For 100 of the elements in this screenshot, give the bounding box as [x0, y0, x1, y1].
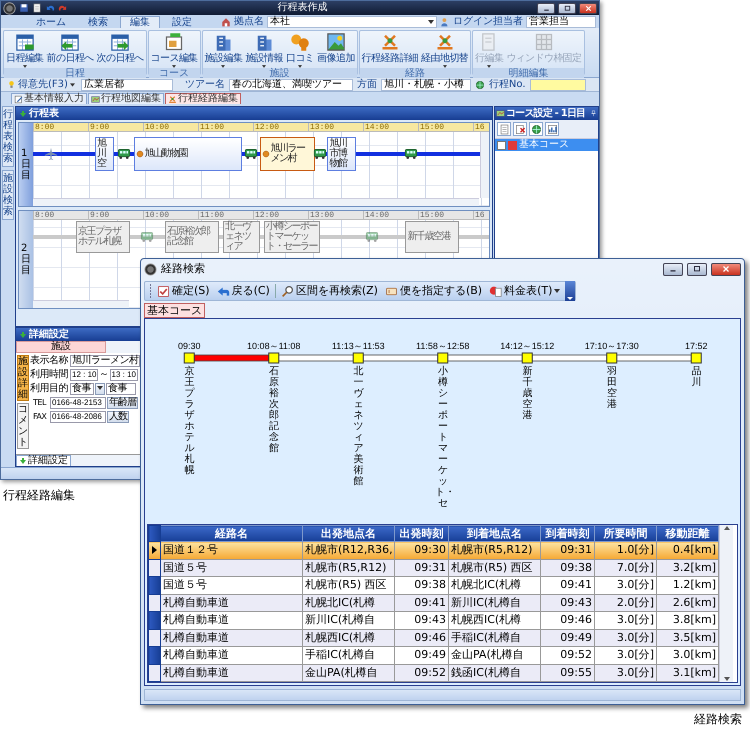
row-header[interactable]: [148, 594, 160, 612]
document-tab[interactable]: 行程経路編集: [165, 93, 241, 104]
checkbox[interactable]: [497, 140, 506, 150]
minimize-button[interactable]: [537, 2, 555, 14]
schedule-block[interactable]: 旭川市博物館: [327, 137, 356, 171]
vertical-scrollbar[interactable]: [719, 525, 733, 682]
stop-marker[interactable]: [184, 352, 195, 364]
row-header[interactable]: [148, 559, 160, 576]
ribbon-button[interactable]: 前の日程へ: [46, 32, 95, 68]
ribbon-button[interactable]: 次の日程へ: [96, 32, 145, 68]
close-button[interactable]: [711, 262, 741, 276]
table-cell: 09:46: [540, 612, 594, 629]
toolbar-button[interactable]: 戻る(C): [214, 284, 272, 298]
dropdown-field[interactable]: 食事: [70, 383, 94, 395]
branch-dropdown[interactable]: 本社: [267, 16, 437, 28]
ribbon-button[interactable]: 施設編集: [204, 32, 244, 68]
ribbon-tab[interactable]: 検索: [78, 16, 118, 28]
day-tab[interactable]: 1日目: [19, 123, 33, 206]
horizontal-scrollbar[interactable]: [33, 300, 129, 308]
ribbon-tab[interactable]: ホーム: [26, 16, 76, 28]
ribbon-tab[interactable]: 編集: [120, 16, 160, 28]
maximize-button[interactable]: [687, 262, 707, 276]
column-header[interactable]: 到着地点名: [448, 526, 540, 542]
column-header[interactable]: 出発地点名: [302, 526, 394, 542]
toolbar-button[interactable]: 確定(S): [155, 284, 212, 298]
headcount-button[interactable]: 人数: [107, 411, 129, 423]
horizontal-scrollbar[interactable]: [33, 198, 479, 206]
side-tab[interactable]: 施設検索: [2, 170, 14, 220]
course-tab[interactable]: 基本コース: [144, 303, 205, 318]
customer-button[interactable]: 得意先(F3): [5, 78, 77, 90]
route-segment[interactable]: [616, 354, 692, 362]
column-header[interactable]: 経路名: [160, 526, 302, 542]
ribbon-button[interactable]: 日程編集: [5, 32, 45, 68]
document-tab[interactable]: 行程地図編集: [88, 93, 164, 104]
stop-marker[interactable]: [352, 352, 364, 364]
fax-field[interactable]: 0166-48-2086: [50, 411, 106, 423]
day-tab[interactable]: 2日目: [19, 211, 33, 308]
ribbon-button[interactable]: 画像追加: [316, 32, 356, 68]
toolbar-button[interactable]: [497, 122, 511, 136]
bottom-tab[interactable]: 詳細設定: [16, 454, 71, 466]
route-segment[interactable]: [278, 354, 354, 362]
time-field[interactable]: 13 : 10: [110, 369, 138, 381]
close-button[interactable]: [579, 2, 597, 14]
toolbar-button[interactable]: 便を指定する(B): [382, 284, 484, 298]
ribbon-button[interactable]: 経由地切替: [420, 32, 470, 68]
dropdown-button[interactable]: [95, 383, 105, 395]
stop-marker[interactable]: [606, 352, 618, 364]
phone-field[interactable]: 0166-48-2153: [50, 397, 106, 409]
text-field[interactable]: 旭川ラーメン村: [70, 355, 140, 367]
stop-marker[interactable]: [522, 352, 533, 364]
ribbon-button[interactable]: 施設情報: [244, 32, 284, 68]
schedule-block[interactable]: 旭川ラーメン村: [260, 137, 315, 171]
route-segment[interactable]: [532, 354, 608, 362]
schedule-block[interactable]: 旭川空: [95, 137, 114, 171]
ribbon-button[interactable]: 行程経路詳細: [360, 32, 420, 68]
schedule-block[interactable]: 北一ヴェネツィア: [222, 221, 260, 253]
side-tab[interactable]: コメント: [17, 403, 29, 449]
route-segment[interactable]: [362, 354, 438, 362]
row-header[interactable]: [148, 664, 160, 682]
table-cell: 0.4[km]: [656, 542, 718, 559]
overflow-button[interactable]: [565, 281, 576, 301]
side-tab[interactable]: 施設詳細: [17, 355, 29, 401]
window-title: 経路検索: [161, 262, 205, 276]
toolbar-button[interactable]: [545, 122, 559, 136]
age-group-button[interactable]: 年齢層: [107, 397, 138, 409]
tour-name-field[interactable]: 春の北海道、満喫ツアー: [228, 78, 353, 90]
table-cell: 09:30: [394, 542, 448, 559]
itinerary-number-field[interactable]: [530, 78, 586, 90]
schedule-block[interactable]: 石原裕次郎記念館: [165, 221, 219, 253]
toolbar-button[interactable]: [513, 122, 527, 136]
route-segment[interactable]: [447, 354, 523, 362]
time-field[interactable]: 12 : 10: [70, 369, 98, 381]
row-header[interactable]: [148, 629, 160, 646]
column-header[interactable]: 到着時刻: [540, 526, 594, 542]
toolbar-button[interactable]: 区間を再検索(Z): [278, 284, 380, 298]
schedule-block[interactable]: 京王プラザホテル札幌: [76, 221, 130, 253]
ribbon-button[interactable]: コース編集: [150, 32, 199, 68]
group-title: 明細編集: [473, 68, 584, 79]
toolbar-button[interactable]: 料金表(T): [487, 284, 562, 298]
customer-field[interactable]: 広業居都: [80, 78, 173, 90]
ribbon-tab[interactable]: 設定: [162, 16, 202, 28]
maximize-button[interactable]: [558, 2, 576, 14]
stop-marker[interactable]: [690, 352, 702, 364]
ribbon-button[interactable]: 口コミ: [284, 32, 316, 68]
schedule-block[interactable]: 旭山動物園: [134, 137, 242, 171]
toolbar-button[interactable]: [529, 122, 543, 136]
detail-tab[interactable]: 施設: [16, 341, 106, 353]
row-header[interactable]: [148, 542, 160, 559]
document-tab[interactable]: 基本情報入力: [11, 93, 87, 104]
stop-marker[interactable]: [268, 352, 280, 364]
area-field[interactable]: 旭川・札幌・小樽: [380, 78, 471, 90]
side-tab[interactable]: 行程表検索: [2, 106, 14, 167]
minimize-button[interactable]: [663, 262, 683, 276]
text-field[interactable]: 食事: [106, 383, 136, 395]
column-header[interactable]: 所要時間: [594, 526, 656, 542]
column-header[interactable]: 出発時刻: [394, 526, 448, 542]
schedule-block[interactable]: 新千歳空港: [405, 221, 460, 253]
column-header[interactable]: 移動距離: [656, 526, 718, 542]
vertical-scrollbar[interactable]: [480, 132, 489, 198]
stop-marker[interactable]: [437, 352, 448, 364]
